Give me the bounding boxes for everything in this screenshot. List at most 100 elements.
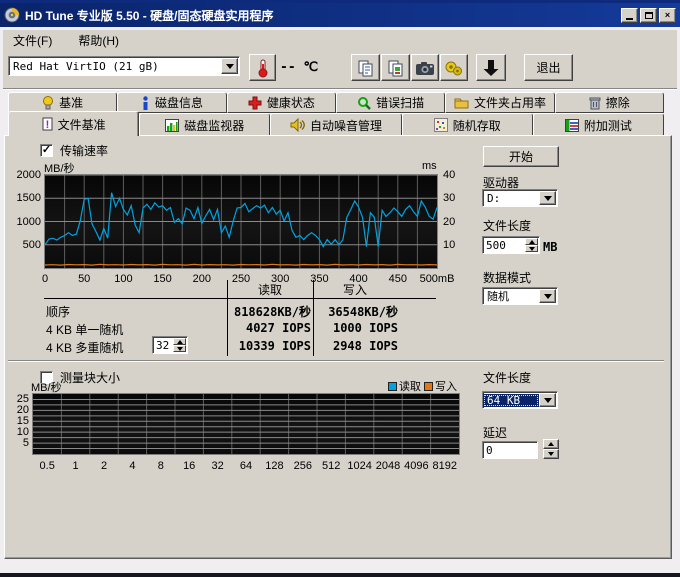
menu-help[interactable]: 帮助(H) [74,31,123,50]
maximize-button[interactable] [640,8,657,23]
transfer-rate-label: 传输速率 [60,142,108,159]
extra-tests-icon [565,119,579,132]
drive-dropdown-value: D: [483,192,539,205]
close-icon: × [665,11,670,20]
tab-aam[interactable]: 自动噪音管理 [270,113,401,136]
chevron-down-icon[interactable] [221,58,238,74]
tab-random-access[interactable]: 随机存取 [402,113,533,136]
copy-text-icon [357,59,375,77]
tab-error-scan[interactable]: 错误扫描 [336,92,445,113]
block-file-length-dropdown[interactable]: 64 KB [482,391,558,409]
drive-select-value: Red Hat VirtIO (21 gB) [9,60,221,73]
block-size-label: 测量块大小 [60,369,120,386]
lightbulb-icon [42,96,54,110]
tab-file-benchmark[interactable]: ! 文件基准 [8,111,139,136]
spin-up-icon[interactable] [173,338,186,345]
tab-disk-info[interactable]: 磁盘信息 [117,92,226,113]
tab-health[interactable]: 健康状态 [227,92,336,113]
table-row-label-sequential: 顺序 [46,303,70,320]
table-row-label-4k-single: 4 KB 单一随机 [46,321,123,338]
table-row-label-4k-multi: 4 KB 多重随机 [46,339,123,356]
copy-image-icon [387,59,405,77]
transfer-rate-chart: 050100150200250300350400450500mB50010001… [44,174,438,269]
chevron-down-icon[interactable] [539,289,556,303]
health-cross-icon [248,96,262,110]
trash-icon [589,96,601,110]
copy-text-button[interactable] [351,54,380,81]
write-legend-swatch [424,382,433,391]
drive-dropdown[interactable]: D: [482,189,558,207]
file-benchmark-icon: ! [42,117,53,131]
maximize-icon [645,12,653,19]
app-icon [4,7,20,23]
drive-select[interactable]: Red Hat VirtIO (21 gB) [8,56,240,76]
screenshot-button[interactable] [411,54,439,81]
tab-row-1: 基准 磁盘信息 健康状态 错误扫描 文件夹占用率 擦除 [8,92,664,113]
delay-label: 延迟 [483,424,507,441]
sequential-write-value: 36548KB/秒 [314,303,398,320]
spin-down-icon[interactable] [525,245,538,252]
spin-up-icon[interactable] [525,238,538,245]
legend-write: 写入 [424,378,457,394]
delay-spinner-buttons [543,439,559,459]
minimize-button[interactable] [621,8,638,23]
chevron-down-icon[interactable] [539,191,556,205]
4k-single-write-value: 1000 IOPS [314,321,398,335]
4k-single-read-value: 4027 IOPS [228,321,311,335]
tab-folder-usage[interactable]: 文件夹占用率 [445,92,554,113]
start-button[interactable]: 开始 [483,146,559,167]
4k-multi-read-value: 10339 IOPS [228,339,311,353]
magnifier-icon [357,96,371,110]
temperature-button[interactable] [249,54,276,81]
minimize-icon [626,18,633,20]
tab-benchmark[interactable]: 基准 [8,92,117,113]
random-dots-icon [434,118,448,132]
temperature-value: -- ℃ [280,60,318,75]
queue-depth-value: 32 [153,339,173,352]
queue-depth-spinner[interactable]: 32 [152,336,188,354]
spin-up-icon[interactable] [543,439,559,449]
file-length-label: 文件长度 [483,217,531,234]
data-pattern-label: 数据模式 [483,269,531,286]
file-length-value: 500 [483,239,525,252]
info-icon [141,96,150,110]
data-pattern-dropdown[interactable]: 随机 [482,287,558,305]
chevron-down-icon[interactable] [539,393,556,407]
read-legend-swatch [388,382,397,391]
file-length2-label: 文件长度 [483,369,531,386]
transfer-rate-checkbox[interactable]: ✓ 传输速率 [40,142,108,159]
tab-disk-monitor[interactable]: 磁盘监视器 [139,113,270,136]
file-length-unit: MB [543,240,557,254]
copy-image-button[interactable] [381,54,410,81]
tab-erase[interactable]: 擦除 [555,92,664,113]
delay-value: 0 [483,444,537,457]
bar-chart-icon [165,119,179,132]
gears-icon [444,59,464,77]
menu-file[interactable]: 文件(F) [9,31,56,50]
speaker-icon [290,118,305,132]
exit-button[interactable]: 退出 [524,54,573,81]
file-length-spinner[interactable]: 500 [482,236,540,254]
tab-row-2: ! 文件基准 磁盘监视器 自动噪音管理 随机存取 附加测试 [8,113,664,136]
delay-field[interactable]: 0 [482,441,538,459]
thermometer-icon [254,58,272,78]
checkbox-checked-icon: ✓ [40,144,53,157]
tab-extra-tests[interactable]: 附加测试 [533,113,664,136]
table-header-underline [44,298,436,299]
options-button[interactable] [440,54,468,81]
4k-multi-write-value: 2948 IOPS [314,339,398,353]
legend-read: 读取 [388,378,421,394]
save-results-button[interactable] [476,54,506,81]
exit-button-label: 退出 [536,59,560,76]
spin-down-icon[interactable] [173,345,186,352]
sequential-read-value: 818628KB/秒 [228,303,311,320]
section-divider [8,360,664,362]
menu-bar: 文件(F) 帮助(H) [3,30,677,50]
table-header-write: 写入 [300,281,410,298]
chart1-y2-unit: ms [422,160,437,172]
hdtune-window: HD Tune 专业版 5.50 - 硬盘/固态硬盘实用程序 × 文件(F) 帮… [0,0,680,577]
close-button[interactable]: × [659,8,676,23]
title-bar: HD Tune 专业版 5.50 - 硬盘/固态硬盘实用程序 × [0,3,680,27]
spin-down-icon[interactable] [543,449,559,459]
down-arrow-icon [481,58,501,78]
